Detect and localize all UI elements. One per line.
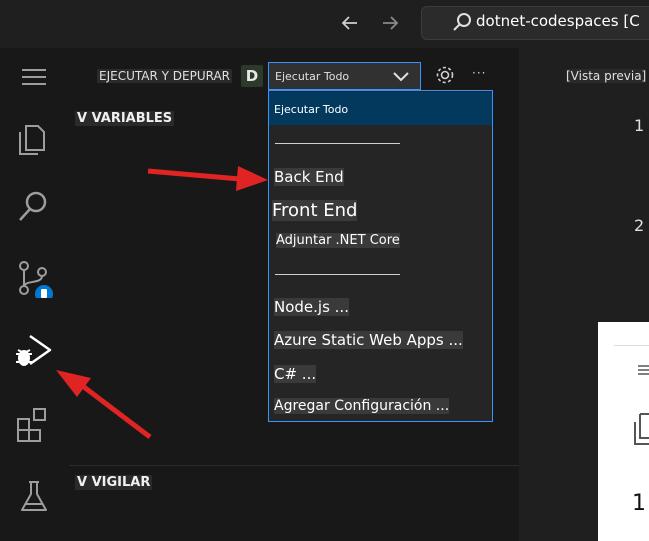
search-text: dotnet-codespaces [C [476, 12, 640, 30]
menu-icon[interactable] [636, 362, 649, 381]
forward-arrow-icon[interactable] [377, 10, 403, 36]
start-debug-button[interactable]: D [241, 65, 263, 87]
dropdown-item-ejecutar-todo[interactable]: Ejecutar Todo [274, 103, 348, 116]
source-control-icon[interactable] [14, 258, 54, 303]
search-icon [451, 11, 473, 37]
more-actions-icon[interactable]: ··· [472, 66, 486, 80]
line-number: 2 [634, 216, 645, 235]
section-divider [69, 465, 519, 466]
dropdown-separator [275, 274, 400, 275]
search-activity-icon[interactable] [14, 186, 54, 226]
run-debug-icon[interactable] [14, 332, 54, 372]
preview-tab[interactable]: [Vista previa] [566, 69, 647, 83]
dropdown-item-adjuntar-net-core[interactable]: Adjuntar .NET Core [276, 233, 400, 248]
back-arrow-icon[interactable] [337, 10, 363, 36]
dropdown-item-csharp[interactable]: C# ... [274, 365, 317, 383]
testing-icon[interactable] [14, 476, 54, 516]
line-number: 1 [632, 491, 646, 516]
variables-section-header[interactable]: V VARIABLES [75, 111, 175, 126]
explorer-icon[interactable] [14, 116, 54, 156]
explorer-icon[interactable] [632, 412, 649, 450]
gear-icon[interactable] [434, 64, 456, 90]
dropdown-item-back-end[interactable]: Back End [274, 168, 344, 186]
dropdown-separator [275, 143, 400, 144]
dropdown-item-front-end[interactable]: Front End [272, 200, 358, 221]
panel-divider [614, 345, 649, 346]
dropdown-item-nodejs[interactable]: Node.js ... [274, 298, 349, 316]
debug-config-select-value: Ejecutar Todo [275, 70, 350, 83]
dropdown-item-agregar-configuracion[interactable]: Agregar Configuración ... [274, 398, 450, 414]
debug-config-dropdown: Ejecutar Todo Back End Front End Adjunta… [268, 90, 493, 422]
run-debug-title: EJECUTAR Y DEPURAR [97, 69, 233, 83]
chevron-down-icon [392, 68, 410, 87]
line-number: 1 [634, 116, 645, 135]
dropdown-item-azure-static-web-apps[interactable]: Azure Static Web Apps ... [274, 331, 463, 349]
menu-icon[interactable] [14, 57, 54, 97]
extensions-icon[interactable] [14, 405, 54, 445]
watch-section-header[interactable]: V VIGILAR [75, 475, 153, 490]
